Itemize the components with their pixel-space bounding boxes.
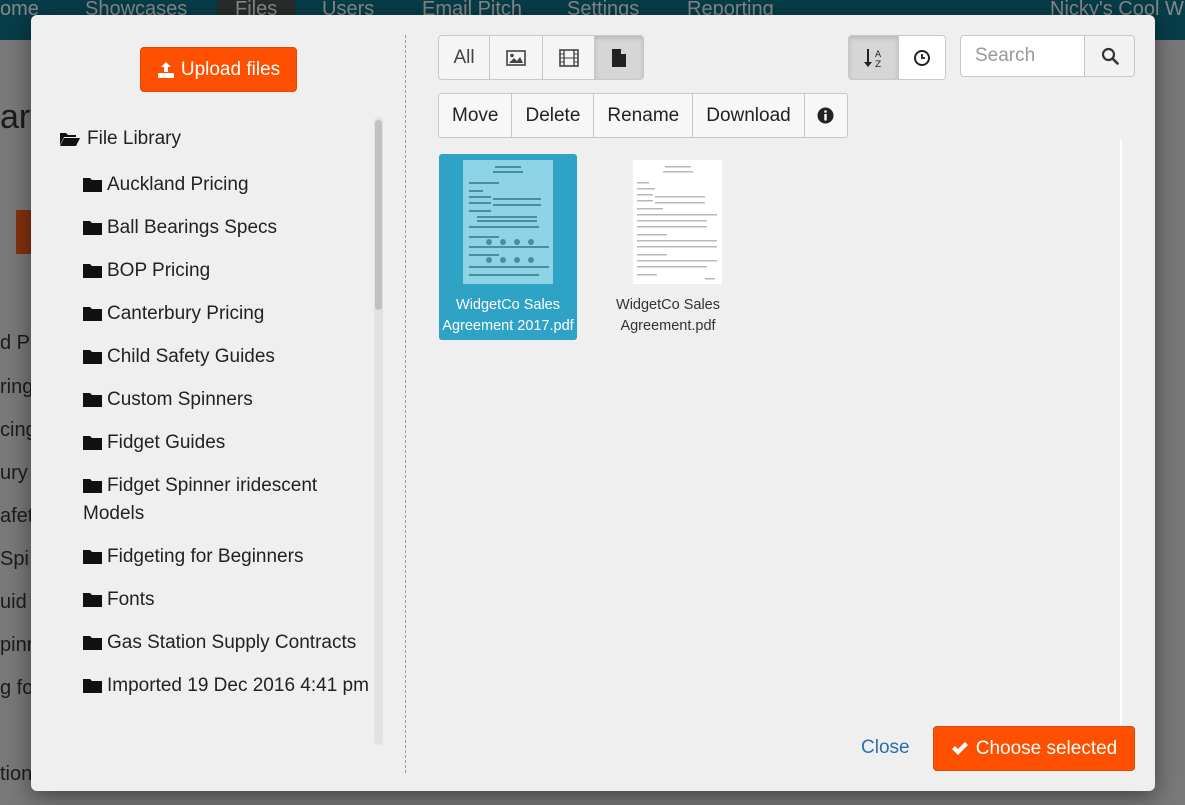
file-tile-selected[interactable]: WidgetCo Sales Agreement 2017.pdf (439, 154, 577, 340)
folder-label: BOP Pricing (107, 260, 211, 281)
folder-item[interactable]: Ball Bearings Specs (83, 214, 373, 242)
pane-divider (405, 35, 406, 773)
folder-label: Canterbury Pricing (107, 303, 265, 324)
sort-alpha-button[interactable]: A Z (848, 35, 899, 80)
rename-button[interactable]: Rename (593, 93, 694, 138)
folder-label: Fidget Guides (107, 432, 226, 453)
folder-icon (83, 436, 102, 450)
filter-videos-button[interactable] (542, 35, 595, 80)
folder-item[interactable]: Gas Station Supply Contracts (83, 629, 373, 657)
choose-selected-button[interactable]: Choose selected (933, 726, 1135, 771)
folder-item[interactable]: Auckland Pricing (83, 171, 373, 199)
download-label: Download (706, 104, 791, 126)
clock-icon (914, 49, 930, 66)
folder-label: Custom Spinners (107, 389, 253, 410)
move-label: Move (452, 104, 499, 126)
folder-label: Fonts (107, 589, 155, 610)
file-picker-modal: Upload files File Library Auckland Prici… (31, 15, 1155, 791)
folder-item[interactable]: Child Safety Guides (83, 343, 373, 371)
folder-icon (83, 350, 102, 364)
document-preview-icon (637, 166, 717, 280)
folder-item[interactable]: Fidgeting for Beginners (83, 543, 373, 571)
folder-label: Auckland Pricing (107, 174, 249, 195)
filter-all-button[interactable]: All (438, 35, 490, 80)
folder-label: Ball Bearings Specs (107, 217, 278, 238)
file-grid-edge (1120, 140, 1122, 740)
upload-files-button[interactable]: Upload files (140, 47, 297, 92)
search-input[interactable] (960, 35, 1086, 77)
type-filter-group: All (438, 35, 644, 80)
svg-text:Z: Z (875, 60, 881, 69)
image-icon (506, 49, 526, 66)
film-icon (558, 48, 579, 67)
folder-label: Fidget Spinner iridescent Models (83, 475, 318, 524)
close-link[interactable]: Close (861, 737, 910, 759)
folder-icon (83, 593, 102, 607)
folder-icon (83, 307, 102, 321)
delete-button[interactable]: Delete (511, 93, 595, 138)
folder-icon (83, 264, 102, 278)
search-button[interactable] (1084, 35, 1135, 77)
folder-item[interactable]: Fidget Guides (83, 429, 373, 457)
delete-label: Delete (525, 104, 581, 126)
folder-pane: Upload files File Library Auckland Prici… (31, 15, 405, 791)
sort-recent-button[interactable] (898, 35, 946, 80)
folder-label: Imported 19 Dec 2016 4:41 pm (107, 675, 369, 696)
rename-label: Rename (607, 104, 680, 126)
folder-icon (83, 679, 102, 693)
folder-item[interactable]: Custom Spinners (83, 386, 373, 414)
search-icon (1101, 47, 1119, 65)
info-button[interactable] (803, 93, 848, 138)
filter-documents-button[interactable] (594, 35, 644, 80)
folder-icon (83, 393, 102, 407)
folder-item[interactable]: Canterbury Pricing (83, 300, 373, 328)
folder-icon (83, 479, 102, 493)
file-tile[interactable]: WidgetCo Sales Agreement.pdf (599, 154, 737, 340)
upload-icon (157, 61, 174, 78)
sort-alpha-icon: A Z (863, 48, 882, 69)
check-icon (951, 741, 968, 755)
folder-item[interactable]: BOP Pricing (83, 257, 373, 285)
tree-root-label: File Library (87, 128, 181, 149)
scrollbar-thumb[interactable] (375, 120, 382, 310)
download-button[interactable]: Download (692, 93, 805, 138)
folder-icon (83, 636, 102, 650)
document-icon (612, 48, 626, 67)
folder-label: Gas Station Supply Contracts (107, 632, 357, 653)
move-button[interactable]: Move (438, 93, 513, 138)
file-name: WidgetCo Sales Agreement 2017.pdf (442, 297, 574, 334)
folder-item[interactable]: Imported 19 Dec 2016 4:41 pm (83, 672, 373, 700)
folder-item[interactable]: Fonts (83, 586, 373, 614)
filter-all-label: All (453, 46, 475, 68)
file-name: WidgetCo Sales Agreement.pdf (616, 297, 720, 334)
folder-scrollbar[interactable] (374, 117, 383, 745)
folder-icon (83, 178, 102, 192)
sort-group: A Z (848, 35, 946, 80)
folder-item[interactable]: Fidget Spinner iridescent Models (83, 472, 373, 528)
folder-icon (83, 550, 102, 564)
folder-label: Child Safety Guides (107, 346, 275, 367)
folder-icon (83, 221, 102, 235)
folder-label: Fidgeting for Beginners (107, 546, 304, 567)
folder-tree: File Library Auckland Pricing Ball Beari… (59, 120, 379, 746)
tree-root-item[interactable]: File Library (59, 128, 181, 150)
file-actions-group: Move Delete Rename Download (438, 93, 848, 138)
info-icon (817, 107, 834, 124)
choose-selected-label: Choose selected (975, 737, 1118, 759)
folder-open-icon (60, 133, 80, 146)
file-grid: WidgetCo Sales Agreement 2017.pdf Widget… (438, 140, 1120, 740)
upload-files-label: Upload files (180, 58, 281, 80)
pdf-thumbnail (633, 160, 722, 284)
pdf-thumbnail (463, 160, 553, 284)
document-preview-icon (469, 166, 549, 276)
filter-images-button[interactable] (489, 35, 543, 80)
svg-text:A: A (875, 50, 882, 60)
